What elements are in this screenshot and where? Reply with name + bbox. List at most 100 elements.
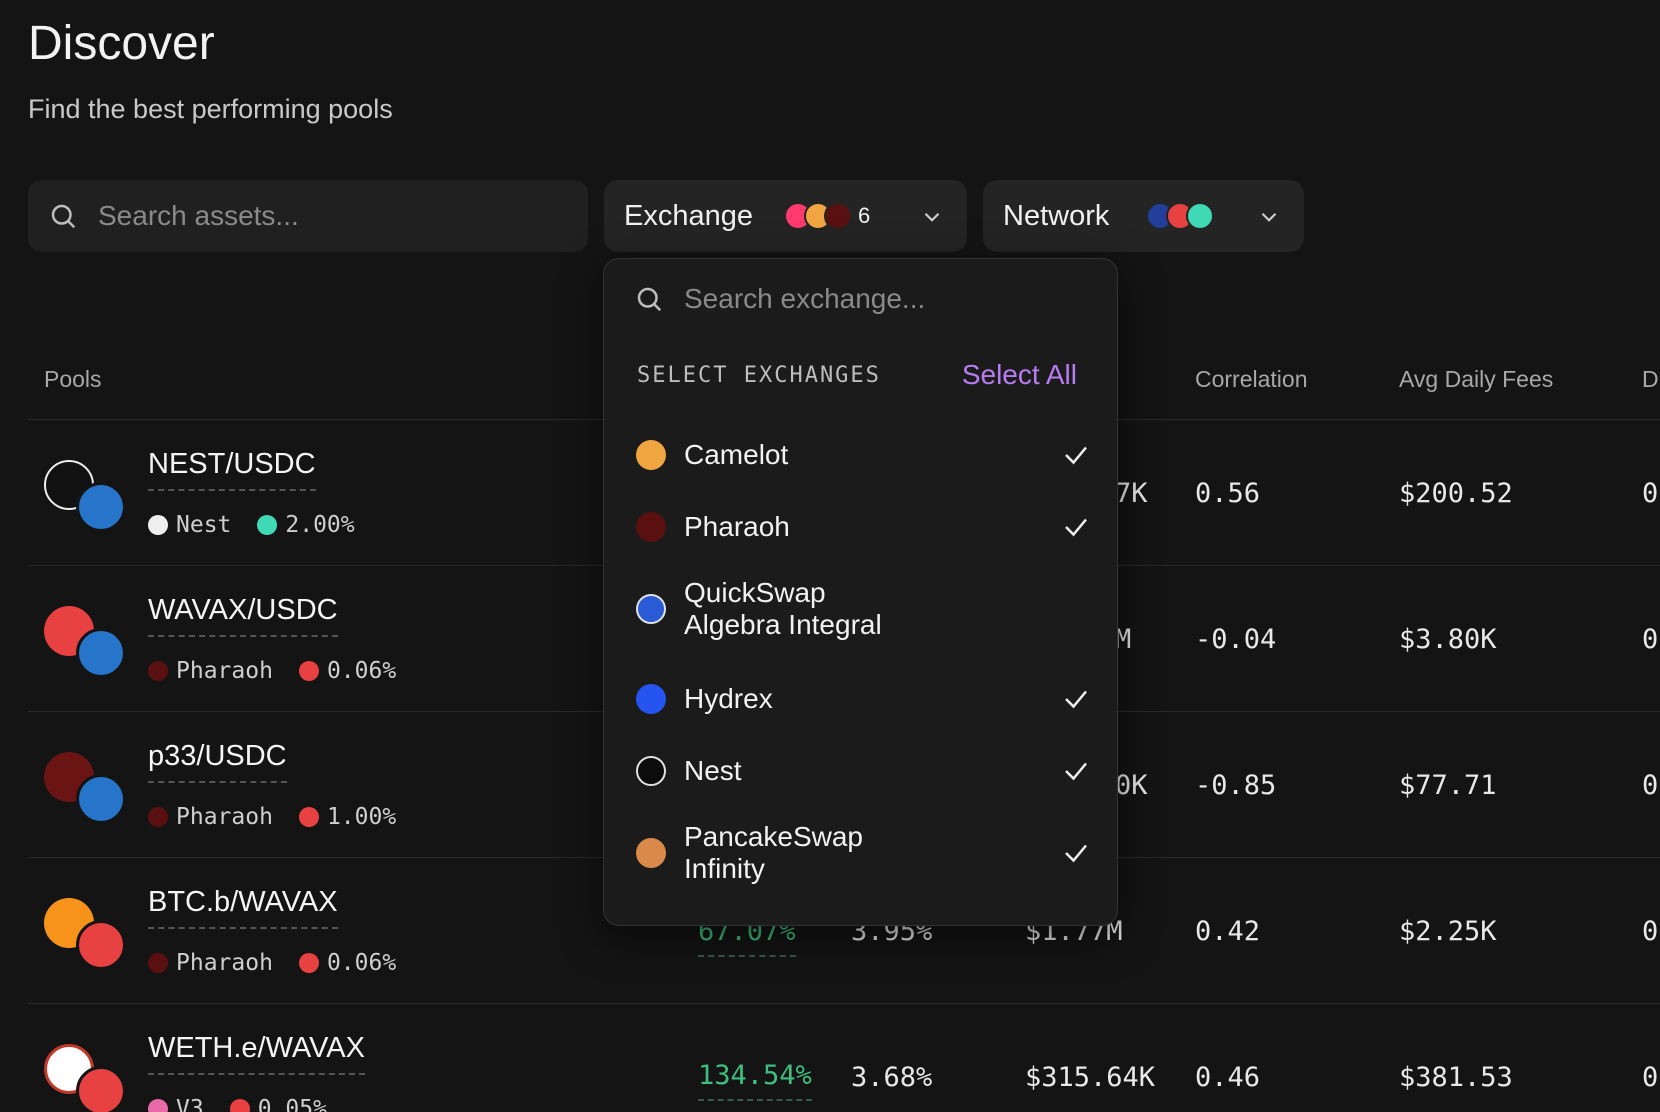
correlation-value: -0.85 bbox=[1195, 770, 1277, 801]
pool-meta: Nest 2.00% bbox=[148, 512, 355, 538]
exchange-option-label: QuickSwap Algebra Integral bbox=[684, 577, 882, 641]
pool-meta: V3 0.05% bbox=[148, 1096, 327, 1112]
avalanche-icon bbox=[229, 1099, 250, 1112]
asset-search-input[interactable] bbox=[98, 200, 558, 232]
correlation-value: 0.42 bbox=[1195, 916, 1261, 947]
pool-exchange: V3 bbox=[176, 1096, 204, 1112]
exchange-option-label: Pharaoh bbox=[684, 511, 790, 542]
pool-fee-tier: 2.00% bbox=[285, 512, 355, 538]
wavax-token-icon bbox=[76, 1066, 126, 1112]
table-row[interactable]: WAVAX/USDC Pharaoh 0.06% bbox=[28, 566, 648, 712]
exchange-option-label: Camelot bbox=[684, 439, 789, 470]
pancakeswap-icon bbox=[636, 838, 666, 868]
avalanche-icon bbox=[298, 807, 319, 827]
exchange-option-line2: Infinity bbox=[684, 853, 765, 884]
exchange-dropdown: SELECT EXCHANGES Select All Camelot Phar… bbox=[603, 258, 1118, 926]
pool-meta: Pharaoh 0.06% bbox=[148, 950, 396, 976]
pool-pair-name[interactable]: NEST/USDC bbox=[148, 448, 316, 491]
chevron-down-icon bbox=[924, 212, 940, 222]
exchange-search-box[interactable] bbox=[634, 283, 1064, 315]
pool-fee-tier: 0.06% bbox=[326, 658, 397, 684]
chevron-down-icon bbox=[1261, 212, 1277, 222]
check-icon bbox=[1065, 762, 1087, 781]
exchange-option-pharaoh[interactable]: Pharaoh bbox=[604, 499, 1117, 555]
table-row[interactable]: p33/USDC Pharaoh 1.00% bbox=[28, 712, 648, 858]
avg-daily-fees-value: $77.71 bbox=[1399, 770, 1497, 801]
pool-pair-name[interactable]: BTC.b/WAVAX bbox=[148, 886, 338, 929]
exchange-option-line1: QuickSwap bbox=[684, 577, 826, 608]
truncated-value: 0 bbox=[1642, 770, 1659, 801]
pool-exchange: Pharaoh bbox=[176, 658, 273, 684]
exchange-option-quickswap[interactable]: QuickSwap Algebra Integral bbox=[604, 577, 1117, 641]
wavax-token-icon bbox=[76, 920, 126, 970]
check-icon bbox=[1065, 844, 1087, 863]
tvl-value: $315.64K bbox=[1025, 1062, 1156, 1093]
truncated-value: 0 bbox=[1642, 478, 1659, 509]
correlation-value: 0.56 bbox=[1195, 478, 1261, 509]
pool-pair-name[interactable]: WAVAX/USDC bbox=[148, 594, 338, 637]
exchange-search-input[interactable] bbox=[684, 283, 1064, 315]
v3-icon bbox=[148, 1099, 168, 1112]
avg-daily-fees-value: $3.80K bbox=[1399, 624, 1497, 655]
check-icon bbox=[1065, 690, 1087, 709]
exchange-option-pancakeswap[interactable]: PancakeSwap Infinity bbox=[604, 821, 1117, 885]
quickswap-icon bbox=[636, 594, 666, 624]
select-all-button[interactable]: Select All bbox=[962, 359, 1077, 391]
volatility-value: 3.68% bbox=[851, 1062, 933, 1093]
exchange-option-label: Hydrex bbox=[684, 683, 773, 714]
exchange-filter-label: Exchange bbox=[624, 199, 753, 232]
pool-fee-tier: 1.00% bbox=[326, 804, 397, 830]
sonic-icon bbox=[1186, 202, 1214, 230]
page-title: Discover bbox=[28, 17, 215, 70]
table-row[interactable]: NEST/USDC Nest 2.00% bbox=[28, 420, 648, 566]
pool-meta: Pharaoh 0.06% bbox=[148, 658, 396, 684]
table-row[interactable]: WETH.e/WAVAX V3 0.05% bbox=[28, 1004, 648, 1112]
avalanche-icon bbox=[298, 661, 319, 681]
pool-exchange: Nest bbox=[176, 512, 232, 538]
table-row[interactable]: BTC.b/WAVAX Pharaoh 0.06% bbox=[28, 858, 648, 1004]
usdc-token-icon bbox=[76, 774, 126, 824]
truncated-value: 0 bbox=[1642, 624, 1659, 655]
camelot-icon bbox=[636, 440, 666, 470]
check-icon bbox=[1065, 518, 1087, 537]
usdc-token-icon bbox=[76, 482, 126, 532]
exchange-option-label: PancakeSwap Infinity bbox=[684, 821, 863, 885]
pool-exchange: Pharaoh bbox=[176, 804, 273, 830]
column-header-avg-daily-fees[interactable]: Avg Daily Fees bbox=[1399, 366, 1553, 393]
column-header-truncated[interactable]: D bbox=[1642, 366, 1659, 393]
avg-daily-fees-value: $2.25K bbox=[1399, 916, 1497, 947]
tvl-value: 0K bbox=[1115, 770, 1148, 801]
avg-daily-fees-value: $200.52 bbox=[1399, 478, 1513, 509]
pool-pair-name[interactable]: p33/USDC bbox=[148, 740, 287, 783]
correlation-value: -0.04 bbox=[1195, 624, 1277, 655]
column-header-pools[interactable]: Pools bbox=[44, 366, 102, 393]
exchange-option-line2: Algebra Integral bbox=[684, 609, 882, 640]
pharaoh-icon bbox=[148, 661, 168, 681]
search-icon bbox=[637, 287, 662, 312]
pool-pair-name[interactable]: WETH.e/WAVAX bbox=[148, 1032, 365, 1075]
select-exchanges-heading: SELECT EXCHANGES bbox=[637, 363, 881, 388]
exchange-option-label: Nest bbox=[684, 755, 742, 786]
pool-fee-tier: 0.05% bbox=[257, 1096, 327, 1112]
column-header-correlation[interactable]: Correlation bbox=[1195, 366, 1308, 393]
pharaoh-icon bbox=[824, 202, 852, 230]
search-icon bbox=[51, 204, 76, 229]
exchange-filter-button[interactable]: Exchange 6 bbox=[604, 180, 967, 252]
exchange-option-line1: PancakeSwap bbox=[684, 821, 864, 852]
exchange-option-hydrex[interactable]: Hydrex bbox=[604, 671, 1117, 727]
page-subtitle: Find the best performing pools bbox=[28, 94, 393, 124]
truncated-value: 0 bbox=[1642, 916, 1659, 947]
truncated-value: 0 bbox=[1642, 1062, 1659, 1093]
correlation-value: 0.46 bbox=[1195, 1062, 1261, 1093]
usdc-token-icon bbox=[76, 628, 126, 678]
exchange-option-nest[interactable]: Nest bbox=[604, 743, 1117, 799]
network-icons-stack bbox=[1146, 202, 1214, 230]
exchange-option-camelot[interactable]: Camelot bbox=[604, 427, 1117, 483]
apr-value: 134.54% bbox=[698, 1060, 812, 1101]
asset-search-box[interactable] bbox=[28, 180, 588, 252]
exchange-icons-stack: 6 bbox=[784, 202, 870, 230]
network-filter-button[interactable]: Network bbox=[983, 180, 1304, 252]
exchange-count: 6 bbox=[858, 203, 871, 228]
pool-fee-tier: 0.06% bbox=[326, 950, 397, 976]
pharaoh-icon bbox=[148, 807, 168, 827]
